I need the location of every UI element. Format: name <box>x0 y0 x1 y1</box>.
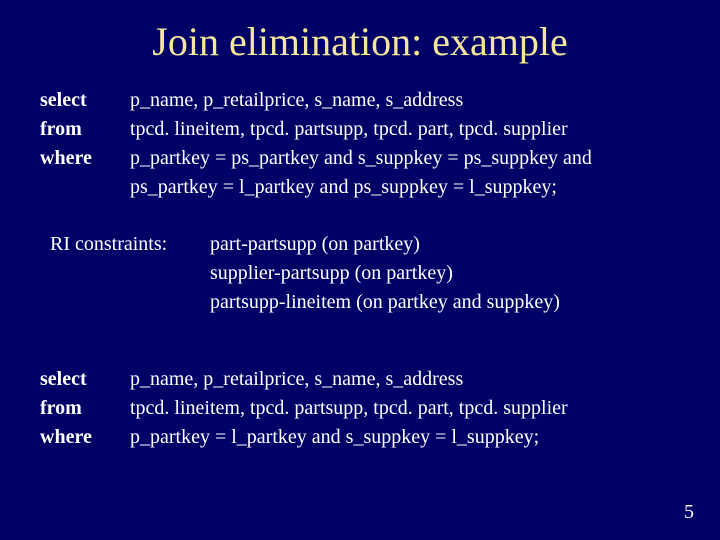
sql-block-optimized: select from where p_name, p_retailprice,… <box>40 366 680 453</box>
ri-constraints-items: part-partsupp (on partkey) supplier-part… <box>210 231 560 318</box>
keyword-from: from <box>40 395 130 422</box>
sql-content: p_name, p_retailprice, s_name, s_address… <box>130 87 592 203</box>
ri-constraints-label: RI constraints: <box>50 231 210 318</box>
keyword-select: select <box>40 87 130 114</box>
from-tables: tpcd. lineitem, tpcd. partsupp, tpcd. pa… <box>130 116 592 143</box>
page-number: 5 <box>684 501 694 524</box>
keyword-where: where <box>40 145 130 172</box>
from-tables: tpcd. lineitem, tpcd. partsupp, tpcd. pa… <box>130 395 568 422</box>
sql-block-original: select from where p_name, p_retailprice,… <box>40 87 680 203</box>
slide-title: Join elimination: example <box>40 18 680 65</box>
where-line-1: p_partkey = ps_partkey and s_suppkey = p… <box>130 145 592 172</box>
select-columns: p_name, p_retailprice, s_name, s_address <box>130 87 592 114</box>
select-columns: p_name, p_retailprice, s_name, s_address <box>130 366 568 393</box>
where-line-2: ps_partkey = l_partkey and ps_suppkey = … <box>130 174 592 201</box>
slide-body: select from where p_name, p_retailprice,… <box>40 87 680 453</box>
sql-content: p_name, p_retailprice, s_name, s_address… <box>130 366 568 453</box>
keyword-select: select <box>40 366 130 393</box>
sql-keywords: select from where <box>40 87 130 203</box>
ri-item: partsupp-lineitem (on partkey and suppke… <box>210 289 560 316</box>
ri-item: supplier-partsupp (on partkey) <box>210 260 560 287</box>
where-line: p_partkey = l_partkey and s_suppkey = l_… <box>130 424 568 451</box>
slide: Join elimination: example select from wh… <box>0 0 720 540</box>
ri-item: part-partsupp (on partkey) <box>210 231 560 258</box>
ri-constraints-block: RI constraints: part-partsupp (on partke… <box>50 231 680 318</box>
keyword-where: where <box>40 424 130 451</box>
keyword-from: from <box>40 116 130 143</box>
sql-keywords: select from where <box>40 366 130 453</box>
